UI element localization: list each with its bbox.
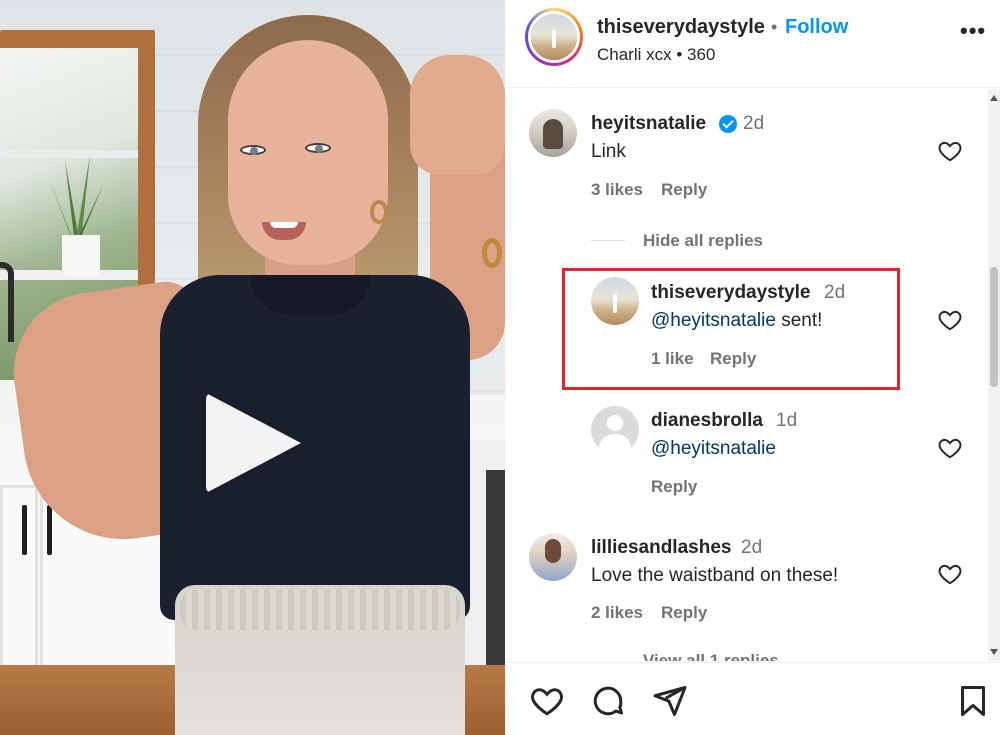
comment-username[interactable]: heyitsnatalie: [591, 113, 706, 135]
earring: [370, 200, 388, 224]
post-action-bar: [505, 662, 1000, 735]
person-eye: [240, 145, 266, 155]
heart-icon[interactable]: [937, 435, 963, 461]
author-avatar[interactable]: [525, 8, 583, 66]
play-icon[interactable]: [206, 393, 301, 493]
comment-icon[interactable]: [590, 683, 626, 719]
reply-time[interactable]: 1d: [776, 410, 797, 432]
highlight-box: [562, 268, 900, 390]
share-icon[interactable]: [652, 683, 688, 719]
follow-button[interactable]: Follow: [785, 16, 848, 39]
pants-waistband: [180, 590, 460, 630]
commenter-avatar[interactable]: [529, 109, 577, 157]
heart-icon[interactable]: [937, 307, 963, 333]
view-replies-button[interactable]: View all 1 replies: [643, 651, 779, 661]
comment-likes[interactable]: 3 likes: [591, 180, 643, 200]
post-panel: thiseverydaystyle • Follow Charli xcx • …: [505, 0, 1000, 735]
comments-scrollbar[interactable]: [988, 89, 1000, 661]
reply-avatar[interactable]: [591, 406, 639, 454]
save-icon[interactable]: [955, 683, 991, 719]
comment-time[interactable]: 2d: [743, 113, 764, 135]
scroll-thumb[interactable]: [990, 267, 998, 387]
bracelet: [482, 238, 502, 268]
comment-text: Link: [591, 141, 626, 162]
scroll-up-arrow[interactable]: [990, 95, 998, 101]
comment-likes[interactable]: 2 likes: [591, 603, 643, 623]
person-eye: [305, 143, 331, 153]
replies-divider: [591, 240, 625, 241]
author-username[interactable]: thiseverydaystyle: [597, 16, 765, 39]
heart-icon[interactable]: [529, 683, 565, 719]
reply-button[interactable]: Reply: [661, 603, 707, 623]
audio-label[interactable]: Charli xcx • 360: [597, 45, 715, 65]
hide-replies-button[interactable]: Hide all replies: [643, 231, 763, 251]
mention-link[interactable]: @heyitsnatalie: [651, 438, 776, 459]
more-icon[interactable]: •••: [960, 18, 986, 44]
reply-username[interactable]: dianesbrolla: [651, 410, 763, 432]
comment-time[interactable]: 2d: [741, 537, 762, 559]
person: [0, 0, 505, 735]
avatar-photo: [531, 14, 577, 60]
reply-button[interactable]: Reply: [651, 477, 697, 497]
commenter-avatar[interactable]: [529, 533, 577, 581]
heart-icon[interactable]: [937, 561, 963, 587]
comments-list: heyitsnatalie 2d Link 3 likes Reply Hide…: [505, 89, 985, 661]
avatar-image: [528, 11, 580, 63]
person-hand: [410, 55, 505, 175]
heart-icon[interactable]: [937, 138, 963, 164]
post-header: thiseverydaystyle • Follow Charli xcx • …: [505, 0, 1000, 88]
video-player[interactable]: [0, 0, 505, 735]
reply-button[interactable]: Reply: [661, 180, 707, 200]
verified-icon: [719, 115, 737, 133]
separator-dot: •: [771, 17, 778, 37]
scroll-down-arrow[interactable]: [990, 649, 998, 655]
comment-text: Love the waistband on these!: [591, 565, 839, 586]
comment-username[interactable]: lilliesandlashes: [591, 537, 731, 559]
reply-text: @heyitsnatalie: [651, 438, 776, 460]
